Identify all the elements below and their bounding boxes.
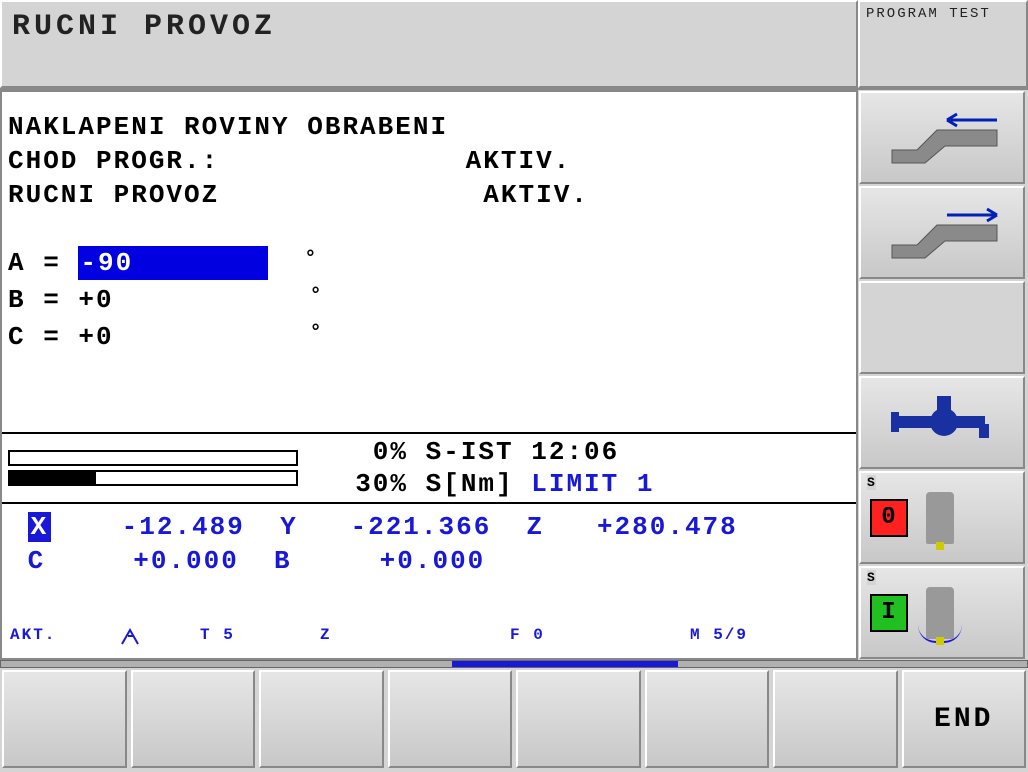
angle-a-input[interactable]: -90 (78, 246, 268, 280)
snm-bar (8, 470, 298, 486)
probe-icon (120, 626, 190, 651)
sist-pct: 0% (328, 436, 408, 468)
angle-b-label: B (8, 285, 26, 315)
akt-label: AKT. (10, 626, 110, 651)
softkey-return-right[interactable] (859, 186, 1025, 279)
angle-b-row: B = +0° (8, 283, 850, 320)
softkey-spindle-stop[interactable]: S 0 (859, 471, 1025, 564)
angle-c-label: C (8, 322, 26, 352)
load-bars (8, 446, 328, 490)
x-axis-badge: X (28, 512, 52, 542)
z-value: +280.478 (597, 512, 738, 542)
angle-a-label: A (8, 248, 26, 278)
top-bar: RUCNI PROVOZ PROGRAM TEST (0, 0, 1028, 90)
softkey-coolant[interactable] (859, 376, 1025, 469)
y-value: -221.366 (350, 512, 491, 542)
tool-value: T 5 (200, 626, 310, 651)
softkey-column: S 0 S I (858, 90, 1026, 660)
degree-icon: ° (310, 285, 324, 308)
manual-value: AKTIV. (483, 180, 589, 210)
prog-label: CHOD PROGR.: (8, 146, 219, 176)
position-panel: X -12.489 Y -221.366 Z +280.478 C +0.000… (2, 502, 856, 658)
softkey-spindle-start[interactable]: S I (859, 566, 1025, 659)
faucet-icon (887, 388, 997, 458)
tool-return-right-icon (877, 203, 1007, 263)
softkey-empty-1[interactable] (859, 281, 1025, 374)
b-value: +0.000 (380, 546, 486, 576)
tilt-plane-panel: NAKLAPENI ROVINY OBRABENI CHOD PROGR.: A… (2, 92, 856, 432)
pos-row-1: X -12.489 Y -221.366 Z +280.478 (10, 510, 848, 544)
bottom-softkey-row: END (0, 668, 1028, 770)
spindle-icon (926, 492, 954, 544)
main-area: NAKLAPENI ROVINY OBRABENI CHOD PROGR.: A… (0, 90, 1028, 660)
softkey-f3[interactable] (259, 670, 384, 768)
softkey-return-left[interactable] (859, 91, 1025, 184)
degree-icon: ° (304, 248, 318, 271)
s-label: S (867, 570, 876, 585)
angle-b-input[interactable]: +0 (78, 285, 113, 315)
manual-line: RUCNI PROVOZ AKTIV. (8, 178, 850, 212)
start-indicator: I (870, 594, 908, 632)
content-panel: NAKLAPENI ROVINY OBRABENI CHOD PROGR.: A… (0, 90, 858, 660)
softkey-f6[interactable] (645, 670, 770, 768)
limit-value: LIMIT 1 (531, 469, 654, 499)
c-value: +0.000 (133, 546, 239, 576)
page-title: RUCNI PROVOZ (0, 0, 858, 88)
softkey-page-scrollbar[interactable] (0, 660, 1028, 668)
degree-icon: ° (310, 322, 324, 345)
angle-a-row: A = -90° (8, 246, 850, 283)
prog-value: AKTIV. (466, 146, 572, 176)
spindle-text: 0% S-IST 12:06 30% S[Nm] LIMIT 1 (328, 436, 850, 500)
angle-c-row: C = +0° (8, 320, 850, 357)
mode-indicator: PROGRAM TEST (858, 0, 1028, 88)
softkey-end[interactable]: END (902, 670, 1027, 768)
sist-label: S-IST (426, 437, 514, 467)
snm-label: S[Nm] (426, 469, 514, 499)
snm-pct: 30% (328, 468, 408, 500)
rotation-arrow-icon (918, 625, 962, 643)
stop-indicator: 0 (870, 499, 908, 537)
prog-line: CHOD PROGR.: AKTIV. (8, 144, 850, 178)
x-value: -12.489 (122, 512, 245, 542)
angle-c-input[interactable]: +0 (78, 322, 113, 352)
pos-row-2: C +0.000 B +0.000 (10, 544, 848, 578)
m-value: M 5/9 (690, 626, 748, 651)
softkey-f1[interactable] (2, 670, 127, 768)
s-label: S (867, 475, 876, 490)
tool-return-left-icon (877, 108, 1007, 168)
position-footer: AKT. T 5 Z F 0 M 5/9 (10, 626, 848, 651)
sist-bar (8, 450, 298, 466)
softkey-f4[interactable] (388, 670, 513, 768)
clock-value: 12:06 (531, 437, 619, 467)
spindle-icon (926, 587, 954, 639)
tilt-title: NAKLAPENI ROVINY OBRABENI (8, 110, 850, 144)
softkey-f7[interactable] (773, 670, 898, 768)
softkey-f5[interactable] (516, 670, 641, 768)
feed-value: F 0 (510, 626, 680, 651)
softkey-f2[interactable] (131, 670, 256, 768)
manual-label: RUCNI PROVOZ (8, 180, 219, 210)
z-label: Z (320, 626, 500, 651)
spindle-status-bar: 0% S-IST 12:06 30% S[Nm] LIMIT 1 (2, 432, 856, 502)
bottom-softkey-area: END (0, 660, 1028, 770)
